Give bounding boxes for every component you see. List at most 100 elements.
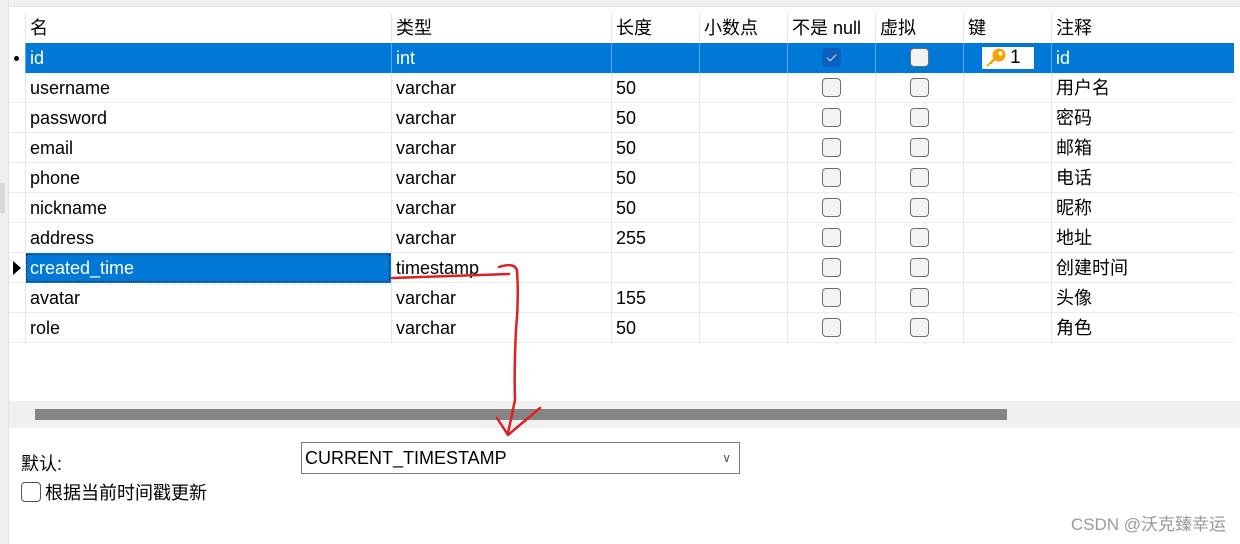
update-on-timestamp-option[interactable]: 根据当前时间戳更新 bbox=[21, 482, 207, 504]
field-comment-cell[interactable]: 用户名 bbox=[1051, 73, 1234, 103]
table-row[interactable]: email varchar 50 邮箱 bbox=[9, 133, 1234, 163]
field-decimals-cell[interactable] bbox=[699, 313, 787, 343]
left-panel-handle[interactable] bbox=[0, 183, 5, 213]
field-type-cell[interactable]: int bbox=[391, 43, 611, 73]
row-indicator[interactable] bbox=[9, 163, 25, 193]
row-indicator[interactable] bbox=[9, 133, 25, 163]
field-decimals-cell[interactable] bbox=[699, 193, 787, 223]
virtual-checkbox[interactable] bbox=[910, 258, 929, 277]
virtual-checkbox[interactable] bbox=[910, 318, 929, 337]
table-row[interactable]: nickname varchar 50 昵称 bbox=[9, 193, 1234, 223]
field-decimals-cell[interactable] bbox=[699, 73, 787, 103]
field-type-cell[interactable]: varchar bbox=[391, 163, 611, 193]
field-type-cell[interactable]: timestamp bbox=[391, 253, 611, 283]
row-indicator[interactable] bbox=[9, 253, 25, 283]
field-length-cell[interactable]: 50 bbox=[611, 73, 699, 103]
table-row[interactable]: id int 1 id bbox=[9, 43, 1234, 73]
field-decimals-cell[interactable] bbox=[699, 103, 787, 133]
table-row[interactable]: created_time timestamp 创建时间 bbox=[9, 253, 1234, 283]
field-name-cell[interactable]: id bbox=[25, 43, 391, 73]
field-type-cell[interactable]: varchar bbox=[391, 193, 611, 223]
field-type-cell[interactable]: varchar bbox=[391, 103, 611, 133]
field-type-cell[interactable]: varchar bbox=[391, 133, 611, 163]
field-length-cell[interactable] bbox=[611, 253, 699, 283]
not-null-checkbox[interactable] bbox=[822, 78, 841, 97]
field-length-cell[interactable]: 155 bbox=[611, 283, 699, 313]
virtual-checkbox[interactable] bbox=[910, 168, 929, 187]
key-cell[interactable] bbox=[963, 193, 1051, 223]
key-cell[interactable] bbox=[963, 73, 1051, 103]
not-null-checkbox[interactable] bbox=[822, 318, 841, 337]
virtual-checkbox[interactable] bbox=[910, 78, 929, 97]
field-length-cell[interactable]: 50 bbox=[611, 103, 699, 133]
not-null-checkbox[interactable] bbox=[822, 138, 841, 157]
header-not-null[interactable]: 不是 null bbox=[787, 13, 875, 43]
row-indicator[interactable] bbox=[9, 313, 25, 343]
header-name[interactable]: 名 bbox=[25, 13, 391, 43]
virtual-checkbox[interactable] bbox=[910, 288, 929, 307]
table-row[interactable]: phone varchar 50 电话 bbox=[9, 163, 1234, 193]
row-indicator[interactable] bbox=[9, 283, 25, 313]
header-virtual[interactable]: 虚拟 bbox=[875, 13, 963, 43]
field-comment-cell[interactable]: 角色 bbox=[1051, 313, 1234, 343]
field-name-cell[interactable]: phone bbox=[25, 163, 391, 193]
row-indicator[interactable] bbox=[9, 43, 25, 73]
table-row[interactable]: address varchar 255 地址 bbox=[9, 223, 1234, 253]
field-comment-cell[interactable]: 邮箱 bbox=[1051, 133, 1234, 163]
key-cell[interactable] bbox=[963, 223, 1051, 253]
virtual-checkbox[interactable] bbox=[910, 198, 929, 217]
table-row[interactable]: username varchar 50 用户名 bbox=[9, 73, 1234, 103]
row-indicator[interactable] bbox=[9, 223, 25, 253]
field-name-cell[interactable]: username bbox=[25, 73, 391, 103]
field-comment-cell[interactable]: 昵称 bbox=[1051, 193, 1234, 223]
field-name-cell[interactable]: created_time bbox=[25, 253, 391, 283]
key-cell[interactable] bbox=[963, 283, 1051, 313]
field-name-cell[interactable]: address bbox=[25, 223, 391, 253]
table-row[interactable]: avatar varchar 155 头像 bbox=[9, 283, 1234, 313]
not-null-checkbox[interactable] bbox=[822, 258, 841, 277]
table-row[interactable]: password varchar 50 密码 bbox=[9, 103, 1234, 133]
field-decimals-cell[interactable] bbox=[699, 253, 787, 283]
field-length-cell[interactable]: 50 bbox=[611, 163, 699, 193]
field-type-cell[interactable]: varchar bbox=[391, 283, 611, 313]
field-comment-cell[interactable]: 地址 bbox=[1051, 223, 1234, 253]
field-length-cell[interactable] bbox=[611, 43, 699, 73]
field-decimals-cell[interactable] bbox=[699, 133, 787, 163]
key-cell[interactable] bbox=[963, 253, 1051, 283]
default-value-select[interactable]: CURRENT_TIMESTAMP ∨ bbox=[301, 442, 740, 474]
not-null-checkbox[interactable] bbox=[822, 228, 841, 247]
field-name-cell[interactable]: email bbox=[25, 133, 391, 163]
field-comment-cell[interactable]: 创建时间 bbox=[1051, 253, 1234, 283]
chevron-down-icon[interactable]: ∨ bbox=[722, 443, 731, 473]
header-type[interactable]: 类型 bbox=[391, 13, 611, 43]
header-key[interactable]: 键 bbox=[963, 13, 1051, 43]
field-length-cell[interactable]: 255 bbox=[611, 223, 699, 253]
virtual-checkbox[interactable] bbox=[910, 138, 929, 157]
field-length-cell[interactable]: 50 bbox=[611, 193, 699, 223]
key-cell[interactable] bbox=[963, 313, 1051, 343]
header-decimals[interactable]: 小数点 bbox=[699, 13, 787, 43]
table-row[interactable]: role varchar 50 角色 bbox=[9, 313, 1234, 343]
header-length[interactable]: 长度 bbox=[611, 13, 699, 43]
field-length-cell[interactable]: 50 bbox=[611, 133, 699, 163]
virtual-checkbox[interactable] bbox=[910, 48, 929, 67]
field-length-cell[interactable]: 50 bbox=[611, 313, 699, 343]
field-decimals-cell[interactable] bbox=[699, 163, 787, 193]
field-decimals-cell[interactable] bbox=[699, 223, 787, 253]
virtual-checkbox[interactable] bbox=[910, 108, 929, 127]
key-cell[interactable] bbox=[963, 133, 1051, 163]
header-comment[interactable]: 注释 bbox=[1051, 13, 1234, 43]
not-null-checkbox[interactable] bbox=[822, 168, 841, 187]
row-indicator[interactable] bbox=[9, 73, 25, 103]
not-null-checkbox[interactable] bbox=[822, 198, 841, 217]
update-on-timestamp-checkbox[interactable] bbox=[21, 482, 41, 502]
key-cell[interactable] bbox=[963, 163, 1051, 193]
field-name-cell[interactable]: nickname bbox=[25, 193, 391, 223]
field-decimals-cell[interactable] bbox=[699, 283, 787, 313]
field-comment-cell[interactable]: 电话 bbox=[1051, 163, 1234, 193]
field-type-cell[interactable]: varchar bbox=[391, 73, 611, 103]
field-name-cell[interactable]: role bbox=[25, 313, 391, 343]
not-null-checkbox[interactable] bbox=[822, 48, 841, 67]
virtual-checkbox[interactable] bbox=[910, 228, 929, 247]
field-name-cell[interactable]: password bbox=[25, 103, 391, 133]
